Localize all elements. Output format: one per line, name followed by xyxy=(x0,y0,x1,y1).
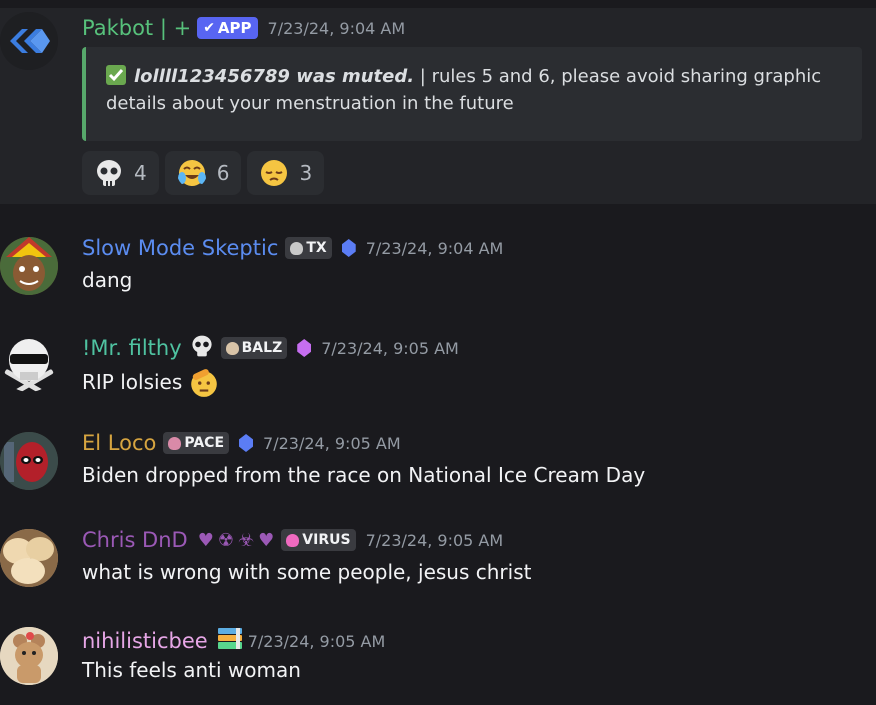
onion-icon xyxy=(225,341,239,355)
message-text: what is wrong with some people, jesus ch… xyxy=(82,560,532,584)
message-text: Biden dropped from the race on National … xyxy=(82,463,646,487)
checkmark-icon: ✔ xyxy=(203,20,215,36)
user-avatar[interactable] xyxy=(0,432,58,490)
biohazard-icon: ☣ xyxy=(238,529,255,551)
user-avatar[interactable] xyxy=(0,529,58,587)
message-text: dang xyxy=(82,268,133,292)
message-text: This feels anti woman xyxy=(82,658,301,682)
server-tag[interactable]: TX xyxy=(285,237,332,259)
message-header: nihilisticbee 7/23/24, 9:05 AM xyxy=(82,626,385,656)
top-strip xyxy=(0,0,876,8)
skull-icon xyxy=(286,533,300,547)
reactions-bar: 4 6 3 xyxy=(82,151,325,195)
message-header: Slow Mode Skeptic TX 7/23/24, 9:04 AM xyxy=(82,236,503,260)
reaction-pensive[interactable]: 3 xyxy=(247,151,325,195)
server-tag[interactable]: BALZ xyxy=(220,337,288,359)
skull-emoji-icon xyxy=(190,334,214,362)
bot-message: Pakbot | + ✔ APP 7/23/24, 9:04 AM lollll… xyxy=(0,8,876,204)
tribal-mask-avatar-icon xyxy=(0,237,58,295)
username[interactable]: Chris DnD xyxy=(82,528,188,552)
skull-icon xyxy=(97,160,121,186)
message-line: RIP lolsies xyxy=(82,366,220,398)
username[interactable]: El Loco xyxy=(82,431,156,455)
reaction-laugh-cry[interactable]: 6 xyxy=(164,151,242,195)
message-header: !Mr. filthy BALZ 7/23/24, 9:05 AM xyxy=(82,334,459,362)
timestamp[interactable]: 7/23/24, 9:04 AM xyxy=(366,239,504,258)
heart-icon: ♥ xyxy=(258,529,275,551)
embed-text: lollll123456789 was muted. | rules 5 and… xyxy=(106,63,836,117)
books-icon xyxy=(216,626,244,656)
skull-icon xyxy=(168,436,182,450)
app-badge: ✔ APP xyxy=(197,17,258,39)
server-tag[interactable]: VIRUS xyxy=(281,529,356,551)
timestamp[interactable]: 7/23/24, 9:05 AM xyxy=(366,531,504,550)
reaction-count: 6 xyxy=(216,161,230,185)
user-avatar[interactable] xyxy=(0,627,58,685)
message-header: Chris DnD ♥ ☢ ☣ ♥ VIRUS 7/23/24, 9:05 AM xyxy=(82,528,503,552)
bot-username[interactable]: Pakbot | + xyxy=(82,16,191,40)
mute-embed: lollll123456789 was muted. | rules 5 and… xyxy=(82,47,862,141)
white-check-mark-icon xyxy=(106,65,126,85)
bot-timestamp[interactable]: 7/23/24, 9:04 AM xyxy=(268,19,406,38)
timestamp[interactable]: 7/23/24, 9:05 AM xyxy=(248,632,386,651)
bread-rolls-avatar-icon xyxy=(0,529,58,587)
server-tag-label: PACE xyxy=(184,435,225,451)
message-header: El Loco PACE 7/23/24, 9:05 AM xyxy=(82,431,401,455)
timestamp[interactable]: 7/23/24, 9:05 AM xyxy=(263,434,401,453)
reaction-count: 3 xyxy=(299,161,313,185)
deadpool-avatar-icon xyxy=(0,432,58,490)
skull-icon xyxy=(290,241,304,255)
saluting-face-icon xyxy=(191,369,218,397)
reaction-count: 4 xyxy=(134,161,147,185)
timestamp[interactable]: 7/23/24, 9:05 AM xyxy=(321,339,459,358)
user-avatar[interactable] xyxy=(0,237,58,295)
radioactive-icon: ☢ xyxy=(217,529,234,551)
bear-avatar-icon xyxy=(0,627,58,685)
server-tag[interactable]: PACE xyxy=(163,432,230,454)
server-tag-label: TX xyxy=(306,240,327,256)
username[interactable]: !Mr. filthy xyxy=(82,336,182,360)
skull-sunglasses-avatar-icon xyxy=(4,339,54,392)
embed-bold-text: lollll123456789 was muted. xyxy=(134,66,415,87)
bot-name-line: Pakbot | + ✔ APP 7/23/24, 9:04 AM xyxy=(82,16,405,40)
username[interactable]: Slow Mode Skeptic xyxy=(82,236,278,260)
server-tag-label: VIRUS xyxy=(302,532,351,548)
pakbot-avatar[interactable] xyxy=(0,12,58,70)
boost-gem-icon[interactable] xyxy=(239,434,254,452)
pakbot-logo-icon xyxy=(0,12,58,70)
user-avatar[interactable] xyxy=(0,334,58,392)
laughing-crying-icon xyxy=(177,160,206,186)
heart-icon: ♥ xyxy=(197,529,214,551)
username[interactable]: nihilisticbee xyxy=(82,629,208,653)
boost-gem-icon[interactable] xyxy=(297,339,312,357)
boost-gem-icon[interactable] xyxy=(341,239,356,257)
app-badge-label: APP xyxy=(217,19,252,37)
reaction-skull[interactable]: 4 xyxy=(82,151,159,195)
server-tag-label: BALZ xyxy=(241,340,283,356)
message-text: RIP lolsies xyxy=(82,370,183,394)
pensive-icon xyxy=(261,160,288,186)
